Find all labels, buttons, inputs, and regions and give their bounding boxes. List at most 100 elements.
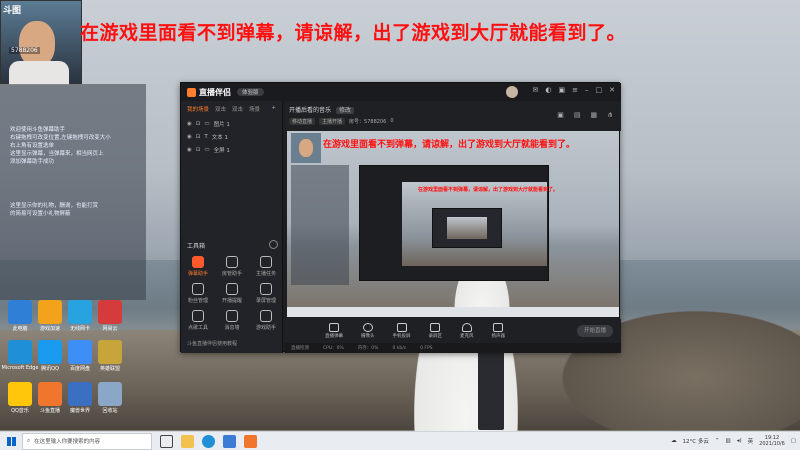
webcam-id: 5788206 (9, 47, 40, 54)
room-category[interactable]: 移动直播 (289, 118, 316, 125)
tool-item[interactable]: 开播提醒 (215, 283, 249, 304)
header-tools: ▣ ▤ ▦ ⋔ (557, 111, 613, 119)
version-badge[interactable]: 体验版 (237, 88, 264, 96)
layer-item[interactable]: ◉ ⊡ ▭ 图片 1 (181, 117, 282, 130)
lock-icon[interactable]: ⊡ (196, 147, 201, 153)
start-button[interactable] (0, 432, 22, 450)
chat-line: 右上角有设置选单 (10, 143, 55, 149)
phone-cast-control[interactable]: 手机投屏 (393, 323, 411, 339)
tool-item[interactable]: 房管助手 (215, 256, 249, 277)
weather-icon[interactable]: ☁ (671, 438, 677, 444)
desktop-icon[interactable] (8, 300, 32, 324)
window-controls: ✉ ◐ ▣ ≡ – □ ✕ (505, 86, 615, 98)
desktop-icon[interactable] (98, 382, 122, 406)
start-live-button[interactable]: 开始直播 (577, 325, 613, 337)
tool-item[interactable]: 游戏助手 (249, 310, 283, 331)
microphone-control[interactable]: 麦克风 (460, 323, 474, 339)
tool-grid: 弹幕助手 房管助手 主播任务粉丝管理 开播提醒 录屏管理点歌工具 消息墙 游戏助手 (181, 256, 283, 331)
app-titlebar: 直播伴侣 体验版 ✉ ◐ ▣ ≡ – □ ✕ (181, 83, 621, 101)
app-title: 直播伴侣 (199, 87, 231, 97)
tutorial-link[interactable]: 斗鱼直播伴侣使用教程 (187, 340, 237, 347)
scene-tabs: 我的场景 双击 双击 场景 + (181, 101, 282, 117)
close-icon[interactable]: ✕ (609, 86, 615, 98)
preview-banner: 在游戏里面看不到弹幕，请谅解，出了游戏到大厅就能看到了。 (323, 140, 576, 150)
camera-control[interactable]: 摄像头 (361, 323, 375, 339)
chat-line: 这里显示弹幕，当弹幕来，相当网页上 (10, 151, 104, 157)
add-scene-icon[interactable]: + (271, 105, 276, 113)
tool-item[interactable]: 主播任务 (249, 256, 283, 277)
tool-label: 主播任务 (255, 271, 276, 277)
search-input[interactable]: ⌕ 在这里输入你要搜索的内容 (22, 432, 152, 450)
tool-item[interactable]: 粉丝管理 (181, 283, 215, 304)
lock-icon[interactable]: ⊡ (196, 121, 201, 127)
desktop-icon[interactable] (38, 340, 62, 364)
status-item: 0 kb/s (392, 345, 407, 351)
avatar[interactable] (505, 86, 518, 98)
control-label: 麦克风 (460, 334, 474, 339)
webcam-logo: 斗图 (3, 6, 22, 16)
control-label: 摄像头 (361, 334, 375, 339)
lock-icon[interactable]: ⊡ (196, 134, 201, 140)
control-label: 直播弹幕 (325, 334, 343, 339)
maximize-icon[interactable]: □ (596, 86, 603, 98)
tab-scene-2[interactable]: 双击 (215, 105, 226, 113)
volume-icon[interactable]: ◂) (737, 438, 742, 444)
grid-icon[interactable]: ▦ (591, 111, 598, 119)
gift-box-icon[interactable]: ▣ (557, 111, 564, 119)
tool-label: 房管助手 (221, 271, 242, 277)
desktop-icon[interactable] (68, 340, 92, 364)
streaming-app-window: 直播伴侣 体验版 ✉ ◐ ▣ ≡ – □ ✕ 我的场景 双击 双击 场景 + ◉… (180, 82, 621, 353)
tool-item[interactable]: 点歌工具 (181, 310, 215, 331)
tab-scene-3[interactable]: 双击 (232, 105, 243, 113)
stream-preview[interactable]: 在游戏里面看不到弹幕，请谅解，出了游戏到大厅就能看到了。 在游戏里面看不到弹幕，… (287, 131, 619, 317)
eye-icon[interactable]: ◉ (187, 147, 192, 153)
message-icon[interactable]: ✉ (533, 86, 539, 98)
danmaku-control[interactable]: 直播弹幕 (325, 323, 343, 339)
network-icon[interactable]: ▥ (726, 438, 731, 444)
speaker-control[interactable]: 扬声器 (492, 323, 505, 339)
layer-item[interactable]: ◉ ⊡ ▭ 全屏 1 (181, 143, 282, 156)
tool-item[interactable]: 录屏管理 (249, 283, 283, 304)
clock-date: 2021/10/6 (759, 441, 785, 447)
eye-icon[interactable]: ◉ (187, 121, 192, 127)
gift-icon[interactable]: ▣ (559, 86, 566, 98)
desktop-icon[interactable] (68, 382, 92, 406)
store-icon[interactable] (223, 434, 236, 448)
clock[interactable]: 19:12 2021/10/6 (759, 435, 785, 447)
tools-settings-icon[interactable] (269, 240, 278, 249)
screen-region-control[interactable]: 录屏区 (429, 323, 442, 339)
desktop-icon[interactable] (8, 382, 32, 406)
tool-item[interactable]: 弹幕助手 (181, 256, 215, 277)
room-id: 房号：5788206 (349, 119, 387, 125)
notification-icon[interactable]: ▢ (791, 438, 796, 444)
menu-icon[interactable]: ≡ (572, 86, 578, 98)
tab-scene-4[interactable]: 场景 (249, 105, 260, 113)
eye-icon[interactable]: ◉ (187, 134, 192, 140)
desktop-icon[interactable] (68, 300, 92, 324)
tool-item[interactable]: 消息墙 (215, 310, 249, 331)
desktop-icon[interactable] (98, 300, 122, 324)
share-icon[interactable]: ⋔ (607, 111, 613, 119)
tool-label: 弹幕助手 (187, 271, 208, 277)
weather-text[interactable]: 12°C 多云 (683, 437, 709, 445)
layer-item[interactable]: ◉ ⊡ T 文本 1 (181, 130, 282, 143)
tab-scene-1[interactable]: 我的场景 (187, 105, 209, 113)
douyu-app-icon[interactable] (244, 434, 257, 448)
status-item: 0 FPS (420, 345, 433, 351)
tool-icon (192, 283, 204, 295)
task-view-icon[interactable] (160, 434, 173, 448)
tray-arrow-icon[interactable]: ⌃ (715, 438, 720, 444)
ime-indicator[interactable]: 英 (748, 437, 754, 445)
desktop-icon[interactable] (38, 300, 62, 324)
room-status[interactable]: 主播开播 (319, 118, 346, 125)
danmaku-overlay[interactable]: 欢迎使用斗鱼弹幕助手 右键拖拽可改变位置,左键拖拽可改变大小 右上角有设置选单 … (10, 126, 140, 218)
desktop-icon[interactable] (38, 382, 62, 406)
file-explorer-icon[interactable] (181, 434, 194, 448)
bag-icon[interactable]: ▤ (574, 111, 581, 119)
edit-room-button[interactable]: 修改 (335, 107, 354, 114)
desktop-icon[interactable] (98, 340, 122, 364)
skin-icon[interactable]: ◐ (545, 86, 551, 98)
desktop-icon[interactable] (8, 340, 32, 364)
edge-icon[interactable] (202, 434, 215, 448)
minimize-icon[interactable]: – (585, 86, 589, 98)
